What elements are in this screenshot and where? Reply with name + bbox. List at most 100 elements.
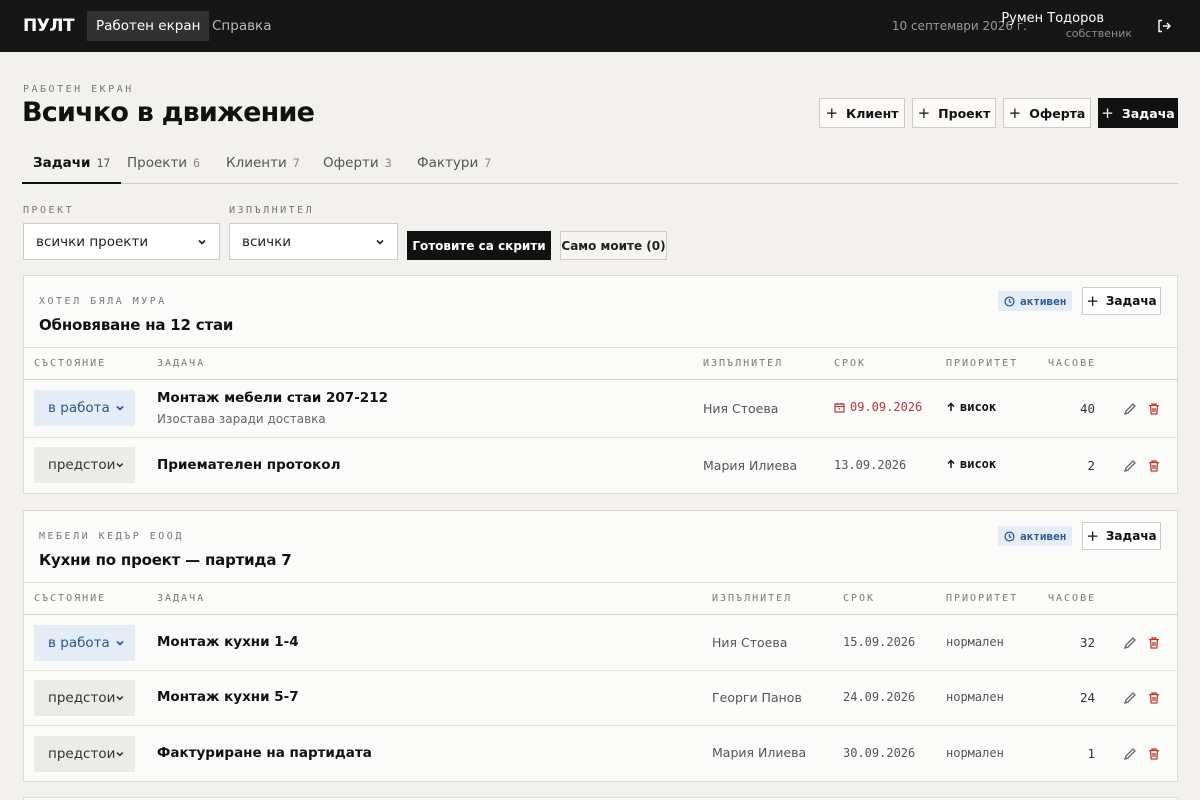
task-name[interactable]: Приемателен протокол — [157, 457, 340, 473]
task-due: 13.09.2026 — [834, 458, 907, 472]
tab-clients[interactable]: Клиенти 7 — [215, 148, 311, 184]
tab-tasks[interactable]: Задачи 17 — [22, 148, 122, 184]
new-client-button[interactable]: + Клиент — [819, 98, 905, 128]
new-task-button[interactable]: + Задача — [1098, 98, 1178, 128]
edit-icon[interactable] — [1123, 636, 1137, 650]
hide-done-toggle[interactable]: Готовите са скрити — [407, 231, 551, 260]
user-role: собственик — [1065, 27, 1132, 40]
delete-icon[interactable] — [1147, 691, 1161, 705]
task-priority: нормален — [946, 746, 1004, 760]
col-priority: ПРИОРИТЕТ — [946, 593, 1019, 604]
plus-icon: + — [1101, 103, 1114, 122]
col-hours: ЧАСОВЕ — [1048, 593, 1097, 604]
plus-icon: + — [917, 103, 931, 122]
table-row: предстои Монтаж кухни 5-7 Георги Панов 2… — [24, 671, 1177, 726]
chevron-down-icon — [376, 239, 384, 245]
col-assignee: ИЗПЪЛНИТЕЛ — [703, 358, 784, 369]
task-name[interactable]: Монтаж кухни 5-7 — [157, 689, 299, 705]
tab-projects[interactable]: Проекти 6 — [116, 148, 211, 184]
task-due: 24.09.2026 — [843, 690, 916, 704]
edit-icon[interactable] — [1123, 459, 1137, 473]
add-task-button[interactable]: + Задача — [1082, 287, 1161, 315]
add-task-button[interactable]: + Задача — [1082, 522, 1161, 550]
chevron-down-icon — [116, 696, 124, 701]
col-due: СРОК — [843, 593, 876, 604]
plus-icon: + — [1086, 526, 1099, 545]
chevron-down-icon — [198, 239, 206, 245]
new-project-label: Проект — [938, 105, 991, 121]
new-client-label: Клиент — [846, 105, 899, 121]
project-card: ХОТЕЛ БЯЛА МУРА Обновяване на 12 стаи ак… — [23, 275, 1178, 494]
col-hours: ЧАСОВЕ — [1048, 358, 1097, 369]
task-priority: висок — [946, 400, 996, 414]
table-row: предстои Приемателен протокол Мария Илие… — [24, 438, 1177, 494]
delete-icon[interactable] — [1147, 459, 1161, 473]
plus-icon: + — [1086, 291, 1099, 310]
task-name[interactable]: Монтаж мебели стаи 207-212 — [157, 390, 388, 406]
project-client: ХОТЕЛ БЯЛА МУРА — [39, 296, 167, 307]
project-filter-select[interactable]: всички проекти — [23, 223, 220, 260]
status-select[interactable]: в работа — [34, 625, 135, 661]
table-header: СЪСТОЯНИЕ ЗАДАЧА ИЗПЪЛНИТЕЛ СРОК ПРИОРИТ… — [24, 347, 1177, 380]
status-select[interactable]: в работа — [34, 390, 135, 426]
edit-icon[interactable] — [1123, 747, 1137, 761]
chevron-down-icon — [116, 405, 124, 411]
project-client: МЕБЕЛИ КЕДЪР ЕООД — [39, 531, 184, 542]
col-assignee: ИЗПЪЛНИТЕЛ — [712, 593, 793, 604]
arrow-up-icon — [947, 459, 955, 468]
nav-reports[interactable]: Справка — [203, 11, 280, 41]
edit-icon[interactable] — [1123, 691, 1137, 705]
delete-icon[interactable] — [1147, 636, 1161, 650]
col-status: СЪСТОЯНИЕ — [34, 358, 107, 369]
plus-icon: + — [1008, 103, 1022, 122]
task-hours: 2 — [1087, 458, 1095, 473]
task-hours: 1 — [1087, 746, 1095, 761]
task-assignee: Ния Стоева — [712, 635, 788, 650]
col-task: ЗАДАЧА — [157, 593, 206, 604]
task-priority: нормален — [946, 690, 1004, 704]
arrow-up-icon — [947, 402, 955, 411]
task-assignee: Мария Илиева — [712, 745, 807, 760]
table-row: в работа Монтаж кухни 1-4 Ния Стоева 15.… — [24, 615, 1177, 671]
status-select[interactable]: предстои — [34, 447, 135, 483]
status-badge: активен — [998, 291, 1073, 311]
project-filter-value: всички проекти — [36, 233, 149, 250]
status-select[interactable]: предстои — [34, 680, 135, 716]
status-select[interactable]: предстои — [34, 736, 135, 772]
task-assignee: Ния Стоева — [703, 401, 779, 416]
col-status: СЪСТОЯНИЕ — [34, 593, 107, 604]
assignee-filter-label: ИЗПЪЛНИТЕЛ — [229, 205, 315, 216]
new-offer-button[interactable]: + Оферта — [1003, 98, 1091, 128]
project-title: Обновяване на 12 стаи — [39, 316, 234, 334]
new-offer-label: Оферта — [1029, 105, 1086, 121]
logout-icon[interactable] — [1157, 19, 1171, 33]
only-mine-toggle[interactable]: Само моите (0) — [560, 231, 667, 260]
task-name[interactable]: Фактуриране на партидата — [157, 745, 372, 761]
delete-icon[interactable] — [1147, 747, 1161, 761]
edit-icon[interactable] — [1123, 402, 1137, 416]
task-due: 30.09.2026 — [843, 746, 916, 760]
task-priority: висок — [946, 457, 996, 471]
calendar-alert-icon — [834, 402, 845, 413]
tab-invoices[interactable]: Фактури 7 — [406, 148, 502, 184]
task-hours: 24 — [1079, 690, 1095, 705]
task-name[interactable]: Монтаж кухни 1-4 — [157, 634, 299, 650]
assignee-filter-select[interactable]: всички — [229, 223, 398, 260]
task-hours: 32 — [1079, 635, 1095, 650]
chevron-down-icon — [116, 463, 124, 468]
page-title: Всичко в движение — [22, 97, 315, 128]
col-task: ЗАДАЧА — [157, 358, 206, 369]
app-logo[interactable]: ПУЛТ — [23, 16, 75, 36]
task-hours: 40 — [1079, 401, 1095, 416]
task-note: Изостава заради доставка — [157, 412, 326, 426]
tab-offers[interactable]: Оферти 3 — [312, 148, 403, 184]
chevron-down-icon — [116, 640, 124, 646]
status-badge: активен — [998, 526, 1073, 546]
nav-dashboard[interactable]: Работен екран — [87, 11, 210, 41]
task-assignee: Георги Панов — [712, 690, 802, 705]
new-project-button[interactable]: + Проект — [912, 98, 996, 128]
delete-icon[interactable] — [1147, 402, 1161, 416]
clock-icon — [1004, 530, 1015, 542]
plus-icon: + — [825, 103, 839, 122]
new-task-label: Задача — [1121, 105, 1175, 121]
